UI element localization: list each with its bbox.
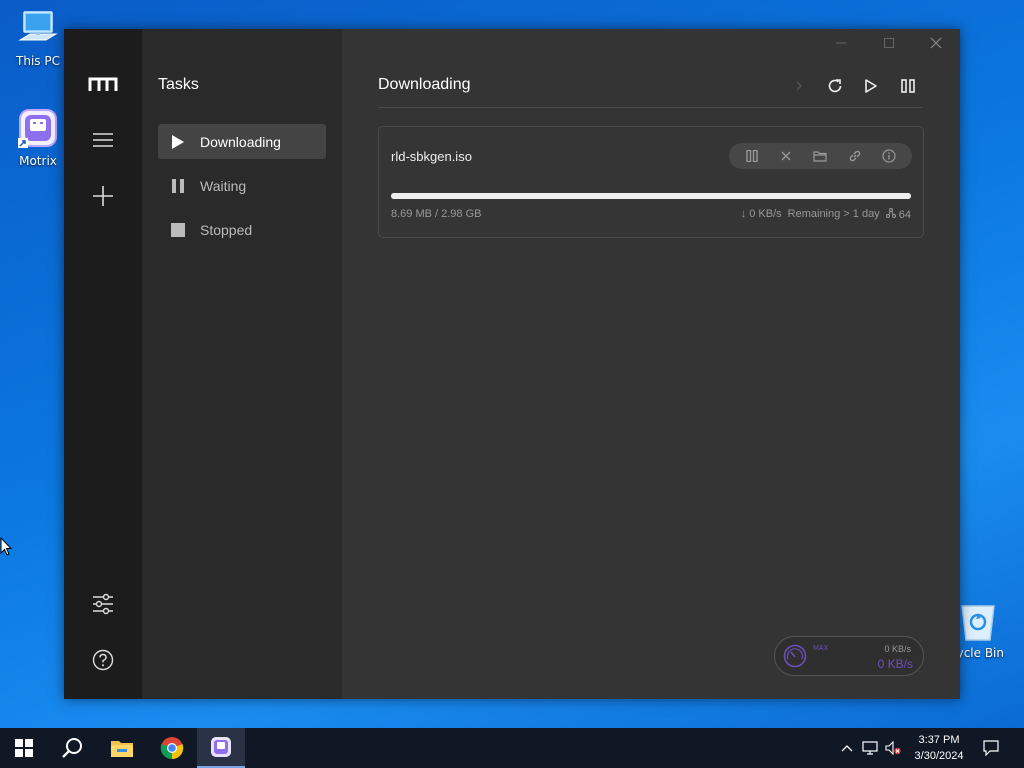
- task-item[interactable]: rld-sbkgen.iso 8.69 MB / 2.98 GB ↓ 0 KB/…: [378, 126, 924, 238]
- minimize-icon[interactable]: [826, 33, 856, 53]
- link-icon[interactable]: [845, 146, 865, 166]
- resume-all-play-icon[interactable]: [860, 75, 882, 97]
- nav-item-waiting[interactable]: Waiting: [158, 168, 326, 203]
- speedometer-icon: [783, 644, 807, 673]
- tasks-sidebar: Tasks Downloading Waiting Stopped: [142, 29, 342, 699]
- nav-item-stopped[interactable]: Stopped: [158, 212, 326, 247]
- desktop-icon-this-pc[interactable]: This PC: [6, 8, 70, 68]
- chrome-icon[interactable]: [148, 728, 196, 768]
- close-window-icon[interactable]: [921, 33, 951, 53]
- volume-muted-icon[interactable]: [885, 740, 901, 756]
- tasks-title: Tasks: [158, 76, 199, 93]
- network-icon[interactable]: [862, 740, 878, 756]
- monitor-icon: [16, 8, 60, 52]
- speed-mode: MAX: [813, 645, 829, 652]
- help-icon[interactable]: [88, 645, 118, 675]
- connections-icon: [885, 208, 899, 221]
- header-divider: [378, 107, 923, 108]
- recycle-bin-icon: [956, 600, 1000, 644]
- motrix-taskbar-icon[interactable]: [197, 728, 245, 768]
- nav-item-label: Downloading: [200, 133, 281, 150]
- pause-icon: [170, 178, 186, 194]
- nav-item-label: Stopped: [200, 221, 253, 238]
- chevron-right-icon[interactable]: [788, 75, 810, 97]
- task-stats: ↓ 0 KB/s Remaining > 1 day 64: [741, 208, 911, 221]
- preferences-sliders-icon[interactable]: [88, 589, 118, 619]
- pause-all-icon[interactable]: [897, 75, 919, 97]
- nav-item-downloading[interactable]: Downloading: [158, 124, 326, 159]
- page-title: Downloading: [378, 76, 471, 93]
- stop-icon: [170, 222, 186, 238]
- upload-speed: 0 KB/s: [884, 644, 911, 654]
- start-icon[interactable]: [0, 728, 48, 768]
- remaining-time: Remaining > 1 day: [787, 208, 880, 220]
- task-size: 8.69 MB / 2.98 GB: [391, 208, 482, 220]
- desktop-icon-recycle-bin[interactable]: cycle Bin: [950, 600, 1020, 660]
- folder-icon[interactable]: [810, 146, 830, 166]
- task-actions: [729, 143, 912, 169]
- clock-time: 3:37 PM: [918, 734, 960, 746]
- clock-date: 3/30/2024: [914, 750, 964, 762]
- motrix-logo-icon[interactable]: [88, 69, 118, 99]
- new-task-plus-icon[interactable]: [88, 181, 118, 211]
- chevron-up-icon[interactable]: [839, 740, 855, 756]
- connections-value: 64: [898, 209, 911, 221]
- desktop-icon-label: This PC: [16, 54, 60, 68]
- desktop-icon-motrix[interactable]: Motrix: [6, 108, 70, 168]
- taskbar: 3:37 PM 3/30/2024: [0, 728, 1024, 768]
- download-speed-total: 0 KB/s: [877, 657, 913, 671]
- menu-icon[interactable]: [88, 125, 118, 155]
- clock[interactable]: 3:37 PM 3/30/2024: [908, 732, 970, 764]
- progress-bar: [391, 193, 911, 199]
- nav-item-label: Waiting: [200, 177, 247, 194]
- file-explorer-icon[interactable]: [98, 728, 146, 768]
- arrow-down-icon: ↓: [740, 208, 747, 220]
- close-icon[interactable]: [776, 146, 796, 166]
- refresh-icon[interactable]: [824, 75, 846, 97]
- pause-icon[interactable]: [742, 146, 762, 166]
- progress-fill: [391, 193, 911, 199]
- mouse-cursor-icon: [0, 536, 13, 562]
- connections: 64: [885, 208, 911, 221]
- motrix-window: Tasks Downloading Waiting Stopped Downlo…: [64, 29, 960, 699]
- maximize-icon[interactable]: [874, 33, 904, 53]
- task-name: rld-sbkgen.iso: [391, 149, 472, 164]
- speedometer[interactable]: MAX 0 KB/s 0 KB/s: [774, 636, 924, 676]
- info-icon[interactable]: [879, 146, 899, 166]
- download-speed-value: 0 KB/s: [749, 208, 782, 220]
- notifications-icon[interactable]: [983, 740, 999, 756]
- search-icon[interactable]: [48, 728, 96, 768]
- motrix-app-icon: [16, 108, 60, 152]
- download-speed: ↓ 0 KB/s: [741, 208, 782, 221]
- icon-rail: [64, 29, 142, 699]
- main-panel: Downloading rld-sbkgen.iso 8.69 MB / 2.9…: [342, 29, 960, 699]
- desktop-icon-label: Motrix: [19, 154, 57, 168]
- play-icon: [170, 134, 186, 150]
